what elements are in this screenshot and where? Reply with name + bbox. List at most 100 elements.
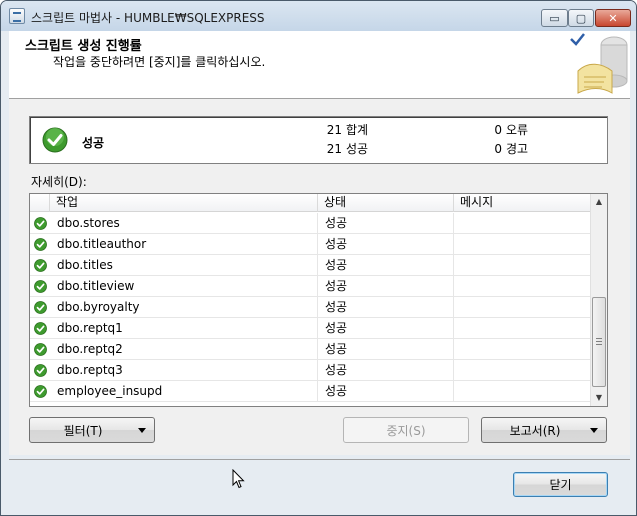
table-row[interactable]: dbo.byroyalty 성공 (30, 297, 590, 318)
table-row[interactable]: dbo.reptq2 성공 (30, 339, 590, 360)
row-state-cell: 성공 (318, 255, 454, 276)
row-message-cell (454, 213, 590, 234)
row-task-cell: employee_insupd (50, 381, 318, 402)
details-grid[interactable]: 작업 상태 메시지 dbo.stores 성공 dbo.titleauthor 성공 d… (29, 193, 608, 407)
mouse-cursor-icon (232, 469, 245, 489)
close-icon: ✕ (608, 11, 618, 25)
table-row[interactable]: dbo.reptq3 성공 (30, 360, 590, 381)
minimize-button[interactable]: ▭ (541, 9, 568, 27)
row-task-cell: dbo.titles (50, 255, 318, 276)
success-check-icon (34, 238, 47, 251)
row-task-cell: dbo.reptq3 (50, 360, 318, 381)
filter-button-label: 필터(T) (63, 423, 103, 438)
row-message-cell (454, 234, 590, 255)
row-status-cell (30, 360, 50, 381)
column-header-task[interactable]: 작업 (50, 194, 318, 212)
row-message-cell (454, 339, 590, 360)
row-message-cell (454, 297, 590, 318)
row-message-cell (454, 381, 590, 402)
app-icon (9, 8, 25, 24)
row-message-cell (454, 276, 590, 297)
row-task-cell: dbo.stores (50, 213, 318, 234)
table-row[interactable]: dbo.stores 성공 (30, 213, 590, 234)
row-state-cell: 성공 (318, 276, 454, 297)
row-state-cell: 성공 (318, 381, 454, 402)
stop-button-label: 중지(S) (386, 423, 426, 438)
row-message-cell (454, 318, 590, 339)
row-task-cell: dbo.titleview (50, 276, 318, 297)
success-check-icon (34, 385, 47, 398)
title-bar[interactable]: 스크립트 마법사 - HUMBLE₩SQLEXPRESS ▭ ▢ ✕ (1, 1, 636, 31)
status-result: 성공 (82, 136, 105, 150)
close-button[interactable]: 닫기 (513, 472, 608, 497)
dropdown-arrow-icon (138, 428, 146, 433)
error-label: 오류 (506, 123, 529, 137)
row-task-cell: dbo.byroyalty (50, 297, 318, 318)
success-check-icon (34, 259, 47, 272)
stop-button[interactable]: 중지(S) (343, 417, 469, 443)
scroll-thumb[interactable] (592, 297, 606, 387)
total-stat: 21 합계 (326, 121, 368, 138)
row-status-cell (30, 234, 50, 255)
maximize-button[interactable]: ▢ (568, 9, 594, 27)
row-status-cell (30, 276, 50, 297)
report-button-label: 보고서(R) (509, 423, 561, 438)
success-check-icon (34, 343, 47, 356)
wizard-header: 스크립트 생성 진행률 작업을 중단하려면 [중지]를 클릭하십시오. (9, 31, 630, 99)
vertical-scrollbar[interactable]: ▲ ▼ (590, 194, 607, 406)
row-task-cell: dbo.reptq1 (50, 318, 318, 339)
row-message-cell (454, 255, 590, 276)
script-wizard-window: 스크립트 마법사 - HUMBLE₩SQLEXPRESS ▭ ▢ ✕ 스크립트 … (0, 0, 637, 516)
table-row[interactable]: dbo.reptq1 성공 (30, 318, 590, 339)
warning-stat: 0 경고 (486, 140, 528, 157)
column-header-icon[interactable] (30, 194, 50, 212)
table-row[interactable]: dbo.titleauthor 성공 (30, 234, 590, 255)
success-count: 21 (326, 142, 342, 156)
row-state-cell: 성공 (318, 360, 454, 381)
page-subtitle: 작업을 중단하려면 [중지]를 클릭하십시오. (53, 55, 266, 69)
warning-count: 0 (494, 142, 502, 156)
error-count: 0 (494, 123, 502, 137)
table-row[interactable]: employee_insupd 성공 (30, 381, 590, 402)
row-status-cell (30, 381, 50, 402)
minimize-icon: ▭ (549, 11, 560, 25)
wizard-scroll-icon (570, 33, 628, 94)
row-state-cell: 성공 (318, 213, 454, 234)
wizard-content: 성공 21 합계 21 성공 0 오류 0 경고 자세히(D): 작업 상태 메시지 d… (9, 99, 630, 455)
table-row[interactable]: dbo.titleview 성공 (30, 276, 590, 297)
details-label: 자세히(D): (31, 175, 87, 189)
success-stat: 21 성공 (326, 140, 368, 157)
success-check-icon (42, 127, 68, 153)
filter-button[interactable]: 필터(T) (29, 417, 155, 443)
close-button-label: 닫기 (549, 478, 572, 492)
close-window-button[interactable]: ✕ (595, 9, 631, 27)
grid-header: 작업 상태 메시지 (30, 194, 590, 212)
report-button[interactable]: 보고서(R) (481, 417, 607, 443)
row-state-cell: 성공 (318, 318, 454, 339)
row-status-cell (30, 318, 50, 339)
footer-divider (9, 459, 630, 460)
scroll-up-icon[interactable]: ▲ (591, 194, 607, 210)
maximize-icon: ▢ (575, 11, 587, 25)
scroll-down-icon[interactable]: ▼ (591, 390, 607, 406)
error-stat: 0 오류 (486, 121, 528, 138)
warning-label: 경고 (506, 142, 529, 156)
row-task-cell: dbo.titleauthor (50, 234, 318, 255)
success-check-icon (34, 280, 47, 293)
success-check-icon (34, 301, 47, 314)
table-row[interactable]: dbo.titles 성공 (30, 255, 590, 276)
scroll-grip-icon (596, 338, 602, 345)
column-header-message[interactable]: 메시지 (454, 194, 590, 212)
success-label: 성공 (346, 142, 369, 156)
total-count: 21 (326, 123, 342, 137)
row-state-cell: 성공 (318, 339, 454, 360)
row-status-cell (30, 297, 50, 318)
success-check-icon (34, 364, 47, 377)
row-task-cell: dbo.reptq2 (50, 339, 318, 360)
success-check-icon (34, 217, 47, 230)
window-title: 스크립트 마법사 - HUMBLE₩SQLEXPRESS (31, 11, 265, 25)
column-header-state[interactable]: 상태 (318, 194, 454, 212)
total-label: 합계 (346, 123, 369, 137)
row-status-cell (30, 339, 50, 360)
success-check-icon (34, 322, 47, 335)
